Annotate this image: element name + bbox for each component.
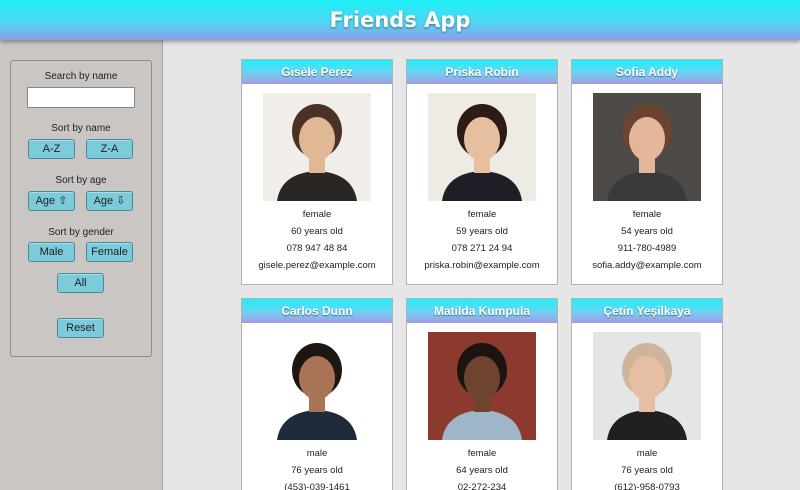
friend-card: Matilda Kumpula female 64 years old 02-2…	[406, 298, 558, 490]
friend-email: priska.robin@example.com	[424, 260, 540, 271]
filter-male-button[interactable]: Male	[28, 242, 75, 262]
friend-age: 59 years old	[456, 226, 508, 237]
reset-button[interactable]: Reset	[57, 318, 104, 338]
friend-photo	[593, 332, 701, 440]
friend-phone: 078 947 48 84	[286, 243, 348, 254]
sort-by-name-label: Sort by name	[51, 123, 111, 134]
search-label: Search by name	[44, 71, 118, 82]
friend-card: Sofia Addy female 54 years old 911-780-4…	[571, 59, 723, 285]
sidebar: Search by name Sort by name A-Z Z-A Sort…	[0, 40, 163, 490]
app-header: Friends App	[0, 0, 800, 40]
friend-age: 60 years old	[291, 226, 343, 237]
filter-female-button[interactable]: Female	[86, 242, 133, 262]
friend-card: Carlos Dunn male 76 years old (453)-039-…	[241, 298, 393, 490]
friend-phone: 911-780-4989	[617, 243, 677, 254]
filter-panel: Search by name Sort by name A-Z Z-A Sort…	[10, 60, 152, 357]
friend-name: Çetin Yeşilkaya	[572, 299, 722, 323]
friend-name: Gisèle Perez	[242, 60, 392, 84]
app-title: Friends App	[329, 8, 471, 32]
friend-gender: female	[467, 448, 497, 459]
friend-email: sofia.addy@example.com	[592, 260, 702, 271]
sort-az-button[interactable]: A-Z	[28, 139, 75, 159]
sort-age-desc-button[interactable]: Age ⇩	[86, 191, 133, 211]
friend-age: 64 years old	[456, 465, 508, 476]
sort-age-asc-button[interactable]: Age ⇧	[28, 191, 75, 211]
search-input[interactable]	[27, 87, 135, 108]
friend-card: Gisèle Perez female 60 years old 078 947…	[241, 59, 393, 285]
friend-name: Sofia Addy	[572, 60, 722, 84]
sort-by-gender-label: Sort by gender	[48, 227, 114, 238]
friend-age: 54 years old	[621, 226, 673, 237]
friend-photo	[263, 93, 371, 201]
friend-name: Carlos Dunn	[242, 299, 392, 323]
friend-phone: 078 271 24 94	[451, 243, 513, 254]
friend-name: Priska Robin	[407, 60, 557, 84]
filter-all-button[interactable]: All	[57, 273, 104, 293]
friend-gender: male	[306, 448, 328, 459]
friend-phone: (612)-958-0793	[614, 482, 680, 490]
friend-gender: female	[632, 209, 662, 220]
friend-phone: 02-272-234	[457, 482, 507, 490]
friend-photo	[428, 332, 536, 440]
friend-gender: female	[467, 209, 497, 220]
friend-gender: female	[302, 209, 332, 220]
friend-photo	[428, 93, 536, 201]
sort-za-button[interactable]: Z-A	[86, 139, 133, 159]
sort-by-age-label: Sort by age	[55, 175, 107, 186]
friend-email: gisele.perez@example.com	[258, 260, 376, 271]
friend-photo	[263, 332, 371, 440]
friend-card: Çetin Yeşilkaya male 76 years old (612)-…	[571, 298, 723, 490]
friend-age: 76 years old	[291, 465, 343, 476]
friend-gender: male	[636, 448, 658, 459]
friend-name: Matilda Kumpula	[407, 299, 557, 323]
friend-age: 76 years old	[621, 465, 673, 476]
friend-phone: (453)-039-1461	[284, 482, 350, 490]
friend-card: Priska Robin female 59 years old 078 271…	[406, 59, 558, 285]
friend-photo	[593, 93, 701, 201]
